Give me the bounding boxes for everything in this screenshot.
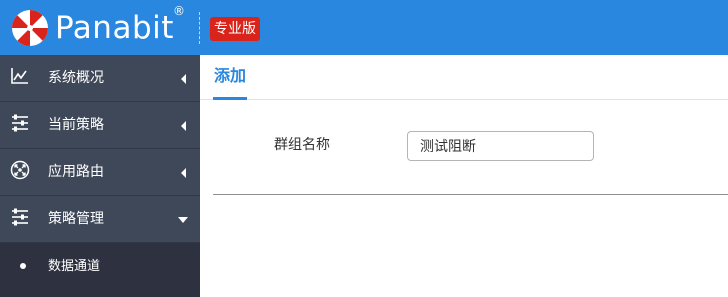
form-divider <box>213 194 728 195</box>
sliders-icon <box>12 114 28 132</box>
sidebar-item-system-overview[interactable]: 系统概况 <box>0 55 200 102</box>
sidebar-item-app-routing[interactable]: 应用路由 <box>0 149 200 196</box>
sidebar: 系统概况 当前策略 应用路由 策略管理 数据通道 <box>0 55 200 297</box>
bullet-icon <box>20 263 26 269</box>
sidebar-item-current-policy[interactable]: 当前策略 <box>0 102 200 149</box>
chevron-left-icon <box>181 121 186 131</box>
sliders-icon <box>12 208 28 226</box>
line-chart-icon <box>11 68 28 84</box>
route-hub-icon <box>10 160 30 180</box>
chevron-down-icon <box>178 217 188 223</box>
sidebar-item-label: 系统概况 <box>48 70 104 86</box>
group-name-label: 群组名称 <box>274 137 330 153</box>
brand-name: Panabit <box>55 10 174 46</box>
sidebar-subitem-label: 数据通道 <box>48 259 101 274</box>
chevron-left-icon <box>181 74 186 84</box>
chevron-left-icon <box>181 168 186 178</box>
top-bar: Panabit ® 专业版 <box>0 0 728 55</box>
group-name-input[interactable] <box>407 131 594 161</box>
header-divider <box>199 12 200 44</box>
tab-bar: 添加 <box>200 55 728 100</box>
sidebar-item-label: 策略管理 <box>48 211 104 227</box>
sidebar-subitem-data-channel[interactable]: 数据通道 <box>0 243 200 297</box>
edition-badge: 专业版 <box>210 17 260 41</box>
sidebar-item-label: 应用路由 <box>48 164 104 180</box>
registered-mark: ® <box>173 4 185 18</box>
tab-add[interactable]: 添加 <box>213 55 248 100</box>
sidebar-item-label: 当前策略 <box>48 117 104 133</box>
sidebar-item-policy-management[interactable]: 策略管理 <box>0 196 200 243</box>
main-content: 添加 群组名称 <box>200 55 728 297</box>
umbrella-logo-icon <box>12 10 48 46</box>
